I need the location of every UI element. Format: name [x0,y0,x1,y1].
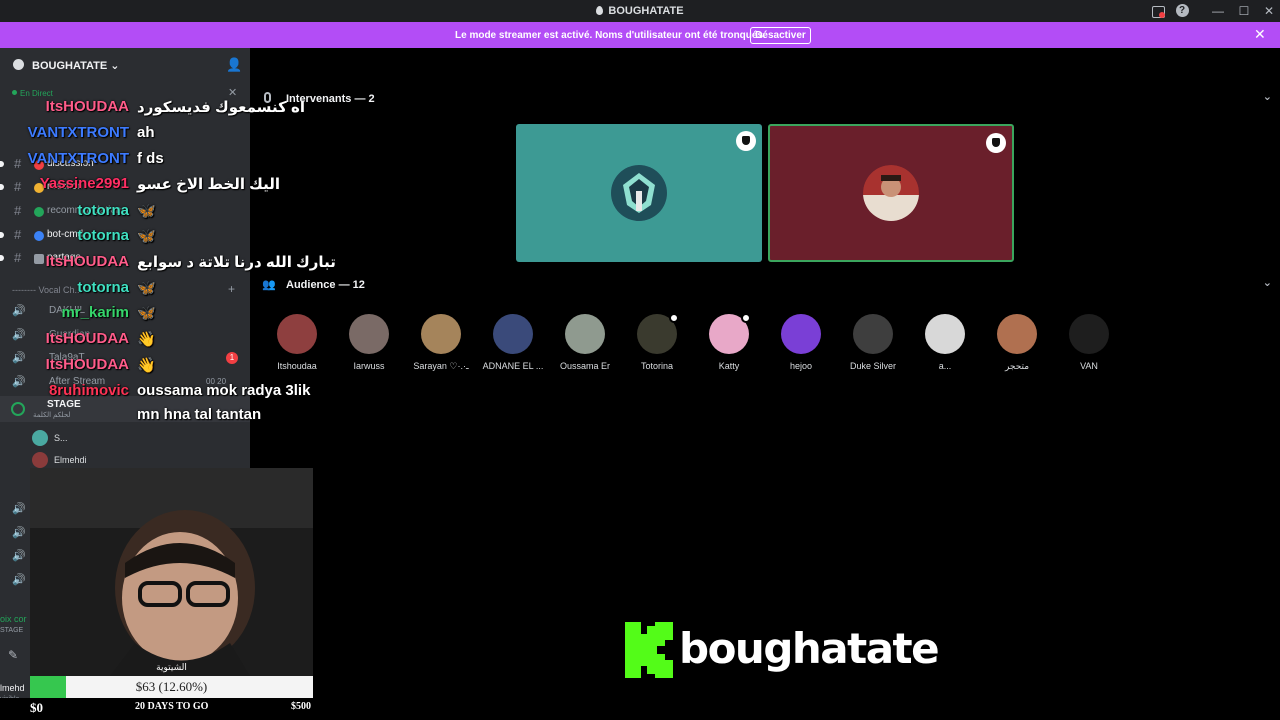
goal-amount: $63 (12.60%) [135,679,208,694]
voice-connected-sub: STAGE [0,627,24,634]
speaker-icon: 🔊 [12,376,26,388]
speaker-icon: 🔊 [12,329,26,341]
speaker-tile-speaking[interactable] [768,124,1014,262]
user-panel-name: lmehd [0,683,25,693]
speaker-icon: 🔊 [12,550,26,562]
status-badge [741,313,751,323]
server-header[interactable]: BOUGHATATE ⌄ 👤 [0,48,250,82]
kick-logo-icon [625,622,673,678]
goal-footer: $0 20 DAYS TO GO $500 [0,698,320,720]
hash-icon: # [14,179,22,194]
audience-member[interactable]: Katty [693,313,765,371]
avatar [1069,314,1109,354]
speaker-icon: 🔊 [12,503,26,515]
add-user-icon[interactable]: 👤 [226,57,242,73]
title-bar: BOUGHATATE ? — ☐ ✕ [0,0,1280,22]
avatar [637,313,679,354]
speaker-avatar-image [611,165,667,221]
avatar [863,165,919,221]
brand-name: boughatate [679,624,940,673]
hash-icon: # [14,227,22,242]
banner-message: Le mode streamer est activé. Noms d'util… [455,30,766,41]
avatar [611,165,667,221]
server-name: BOUGHATATE ⌄ [32,60,120,72]
chevron-down-icon[interactable]: ⌄ [1263,90,1272,103]
server-logo-icon [13,59,24,70]
avatar [997,314,1037,354]
close-banner-icon[interactable]: ✕ [1254,26,1266,43]
webcam-video [30,468,313,676]
webcam-overlay: الشيتوية [30,468,313,676]
channel-emoji-icon [34,231,44,241]
goal-min: $0 [30,700,43,715]
inbox-icon[interactable] [1150,3,1166,19]
unread-pip [0,161,4,167]
add-channel-icon[interactable]: + [228,282,235,296]
microphone-icon [264,92,271,103]
goal-max: $500 [291,701,311,712]
audience-member[interactable]: ADNANE EL ... [477,314,549,371]
moderator-icon [736,131,756,151]
hash-icon: # [14,250,22,265]
donation-goal-bar: $63 (12.60%) [30,676,313,698]
window-title-text: BOUGHATATE [608,5,684,17]
speaker-icon: 🔊 [12,305,26,317]
avatar [421,314,461,354]
chevron-down-icon[interactable]: ⌄ [1263,276,1272,289]
unread-badge: 1 [226,352,238,364]
speaker-icon: 🔊 [12,527,26,539]
screen-share-icon[interactable]: ✎ [8,648,18,662]
avatar [709,313,751,354]
discord-icon [596,6,604,15]
audience-member[interactable]: Duke Silver [837,314,909,371]
avatar [853,314,893,354]
webcam-caption: الشيتوية [156,662,187,672]
status-badge [669,313,679,323]
window-title: BOUGHATATE [0,5,1280,17]
minimize-button[interactable]: — [1210,3,1226,19]
channel-emoji-icon [34,254,44,264]
speakers-header[interactable]: Intervenants — 2 ⌄ [262,90,1272,110]
channel-emoji-icon [34,207,44,217]
audience-member[interactable]: Totorina [621,313,693,371]
help-icon[interactable]: ? [1174,3,1190,19]
hash-icon: # [14,203,22,218]
people-icon: 👥 [262,279,276,291]
audience-member[interactable]: متحجر [981,314,1053,372]
audience-member[interactable]: Itshoudaa [261,314,333,371]
hash-icon: # [14,156,22,171]
moderator-icon [986,133,1006,153]
avatar [277,314,317,354]
avatar [493,314,533,354]
audience-member[interactable]: a... [909,314,981,371]
avatar [565,314,605,354]
speaker-icon: 🔊 [12,574,26,586]
maximize-button[interactable]: ☐ [1236,3,1252,19]
avatar [925,314,965,354]
avatar [349,314,389,354]
audience-member[interactable]: hejoo [765,314,837,371]
audience-member[interactable]: Oussama Er [549,314,621,371]
disable-streamer-mode-button[interactable]: Désactiver [750,27,811,44]
unread-pip [0,232,4,238]
avatar [781,314,821,354]
avatar [32,430,48,446]
audience-member[interactable]: VAN [1053,314,1125,371]
unread-pip [0,184,4,190]
speaker-tile[interactable] [516,124,762,262]
speaker-icon: 🔊 [12,352,26,364]
live-indicator: En Direct [12,89,53,98]
voice-category-separator[interactable]: -------- Vocal Ch... [12,285,82,295]
voice-connected-label: oix cor [0,614,27,624]
audience-member[interactable]: Sarayan ♡·.·ـ [405,314,477,372]
audience-member[interactable]: Iarwuss [333,314,405,371]
streamer-mode-banner: Le mode streamer est activé. Noms d'util… [0,22,1280,48]
audience-header[interactable]: 👥 Audience — 12 ⌄ [262,276,1272,296]
stage-icon [11,402,25,416]
goal-days-left: 20 DAYS TO GO [135,701,209,712]
window-close-button[interactable]: ✕ [1261,3,1277,19]
speaker-avatar-image [863,165,919,221]
avatar [32,452,48,468]
unread-pip [0,255,4,261]
